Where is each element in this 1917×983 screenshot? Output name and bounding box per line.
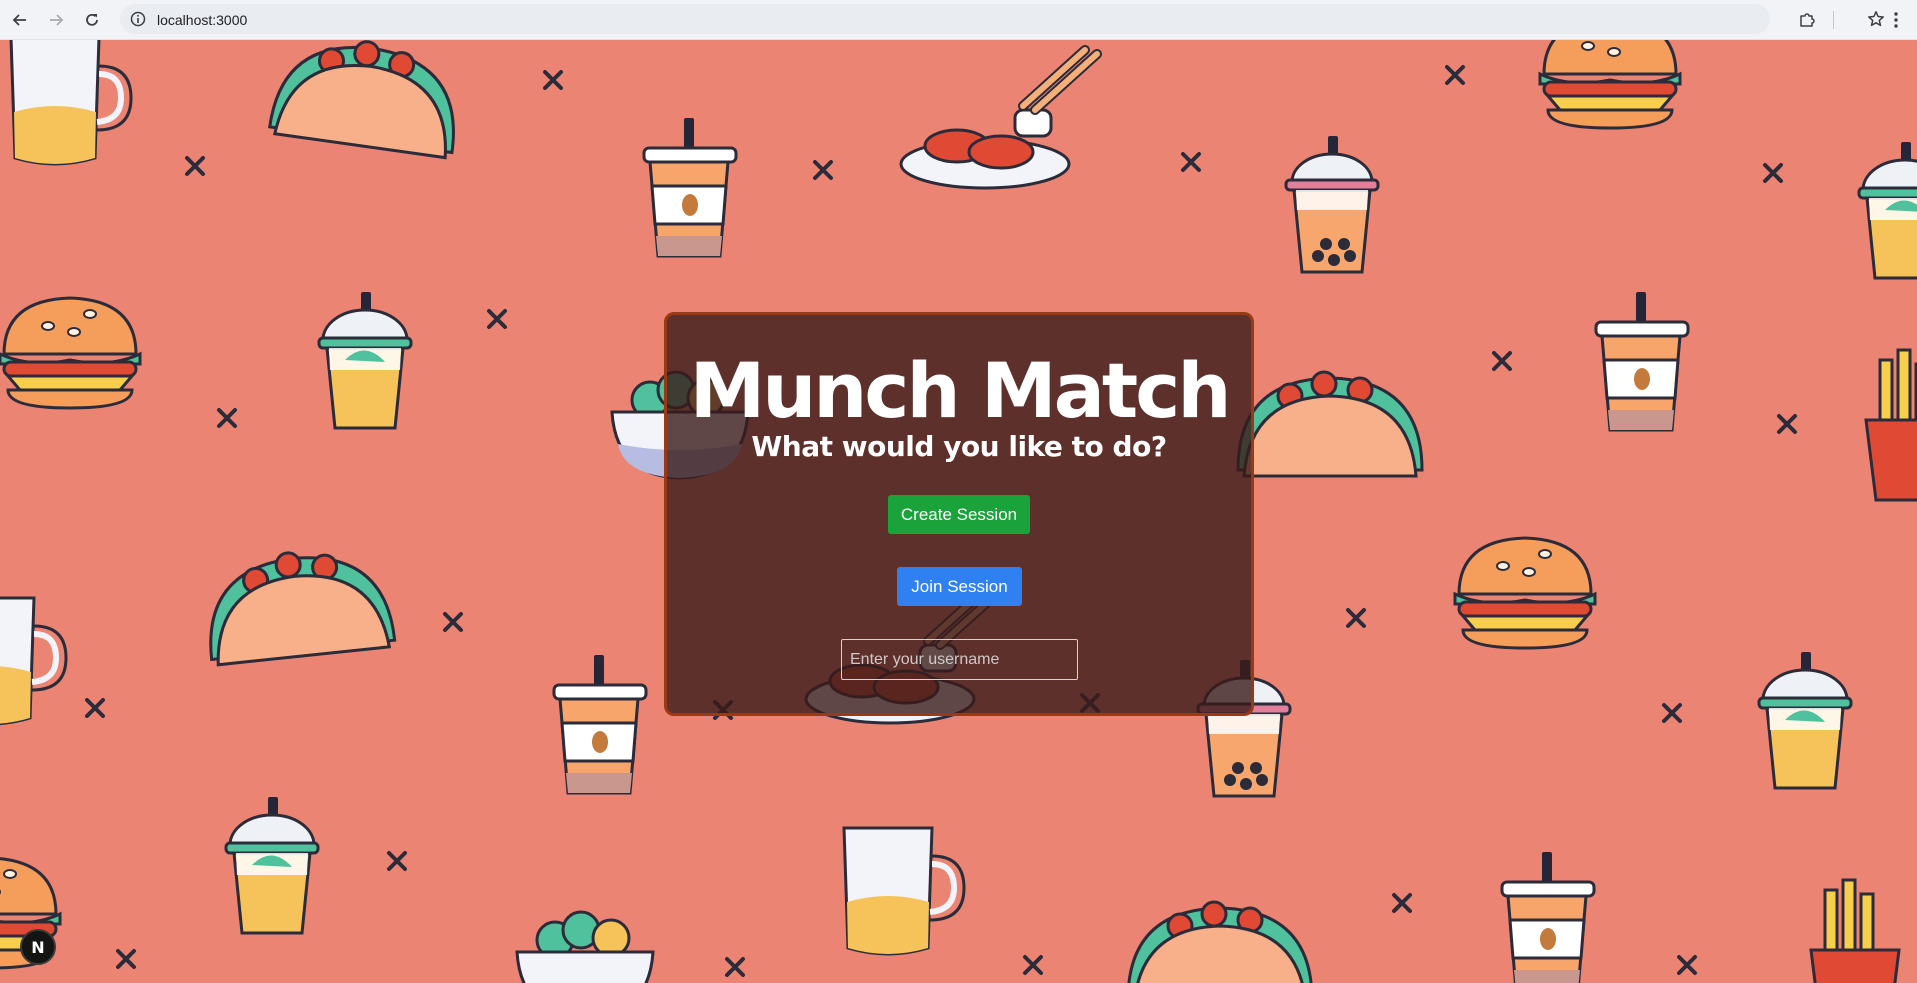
- browser-toolbar: localhost:3000: [0, 0, 1917, 40]
- session-card: Munch Match What would you like to do? C…: [664, 312, 1254, 716]
- arrow-right-icon: [50, 14, 64, 26]
- reload-button[interactable]: [78, 6, 106, 34]
- info-icon[interactable]: [130, 11, 146, 32]
- back-button[interactable]: [6, 6, 34, 34]
- page-background: Munch Match What would you like to do? C…: [0, 40, 1917, 983]
- url-text[interactable]: localhost:3000: [157, 12, 247, 28]
- join-session-button[interactable]: Join Session: [897, 567, 1022, 606]
- arrow-left-icon: [12, 14, 26, 26]
- app-title: Munch Match: [689, 346, 1232, 435]
- forward-button[interactable]: [42, 6, 70, 34]
- kebab-menu-icon[interactable]: [1882, 6, 1910, 34]
- page-subtitle: What would you like to do?: [751, 430, 1167, 463]
- username-input[interactable]: [841, 639, 1078, 680]
- address-bar[interactable]: localhost:3000: [120, 4, 1884, 34]
- puzzle-icon[interactable]: [1793, 6, 1821, 34]
- create-session-button[interactable]: Create Session: [888, 495, 1030, 534]
- toolbar-divider: [1833, 11, 1834, 29]
- nextjs-dev-badge[interactable]: N: [20, 929, 56, 965]
- reload-icon: [86, 13, 98, 26]
